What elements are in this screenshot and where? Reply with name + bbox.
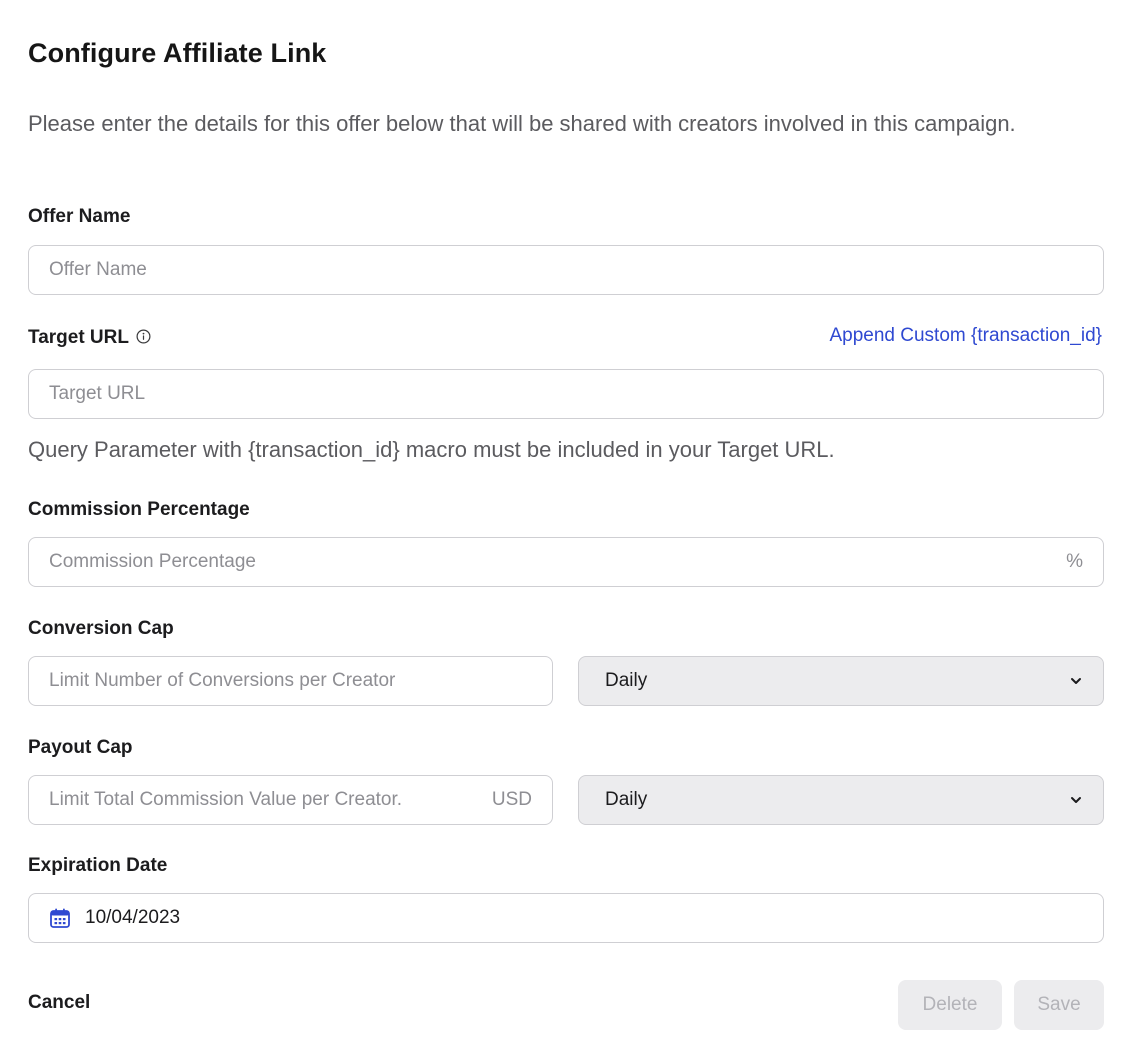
payout-cap-label: Payout Cap (28, 737, 133, 758)
append-custom-transaction-id-link[interactable]: Append Custom {transaction_id} (829, 325, 1102, 347)
offer-name-label: Offer Name (28, 206, 131, 227)
expiration-date-value: 10/04/2023 (85, 907, 181, 928)
conversion-cap-period-value: Daily (605, 670, 648, 691)
target-url-hint: Query Parameter with {transaction_id} ma… (28, 437, 835, 462)
offer-name-field[interactable] (28, 245, 1104, 295)
target-url-label-row: Target URL (28, 327, 151, 349)
offer-name-input[interactable] (49, 246, 1083, 294)
conversion-cap-field[interactable] (28, 656, 553, 706)
target-url-input[interactable] (49, 370, 1083, 418)
configure-affiliate-link-dialog: Configure Affiliate Link Please enter th… (0, 0, 1136, 1060)
commission-percentage-label: Commission Percentage (28, 499, 250, 520)
target-url-field[interactable] (28, 369, 1104, 419)
expiration-date-field[interactable]: 10/04/2023 (28, 893, 1104, 943)
commission-percentage-input[interactable] (49, 538, 1059, 586)
info-circle-icon[interactable] (136, 329, 151, 344)
calendar-icon (49, 907, 71, 929)
conversion-cap-label: Conversion Cap (28, 618, 174, 639)
target-url-label: Target URL (28, 327, 129, 348)
conversion-cap-period-select[interactable]: Daily (578, 656, 1104, 706)
payout-cap-period-value: Daily (605, 789, 648, 810)
cancel-button[interactable]: Cancel (28, 992, 90, 1014)
expiration-date-label: Expiration Date (28, 855, 168, 876)
delete-button[interactable]: Delete (898, 980, 1002, 1030)
payout-cap-input[interactable] (49, 776, 484, 824)
dialog-description: Please enter the details for this offer … (28, 111, 1016, 136)
save-button[interactable]: Save (1014, 980, 1104, 1030)
payout-cap-field[interactable]: USD (28, 775, 553, 825)
payout-cap-period-select[interactable]: Daily (578, 775, 1104, 825)
currency-suffix: USD (491, 789, 532, 810)
dialog-title: Configure Affiliate Link (28, 38, 327, 68)
conversion-cap-input[interactable] (49, 657, 532, 705)
percent-suffix: % (1066, 551, 1083, 572)
commission-percentage-field[interactable]: % (28, 537, 1104, 587)
chevron-down-icon (1069, 793, 1083, 807)
chevron-down-icon (1069, 674, 1083, 688)
